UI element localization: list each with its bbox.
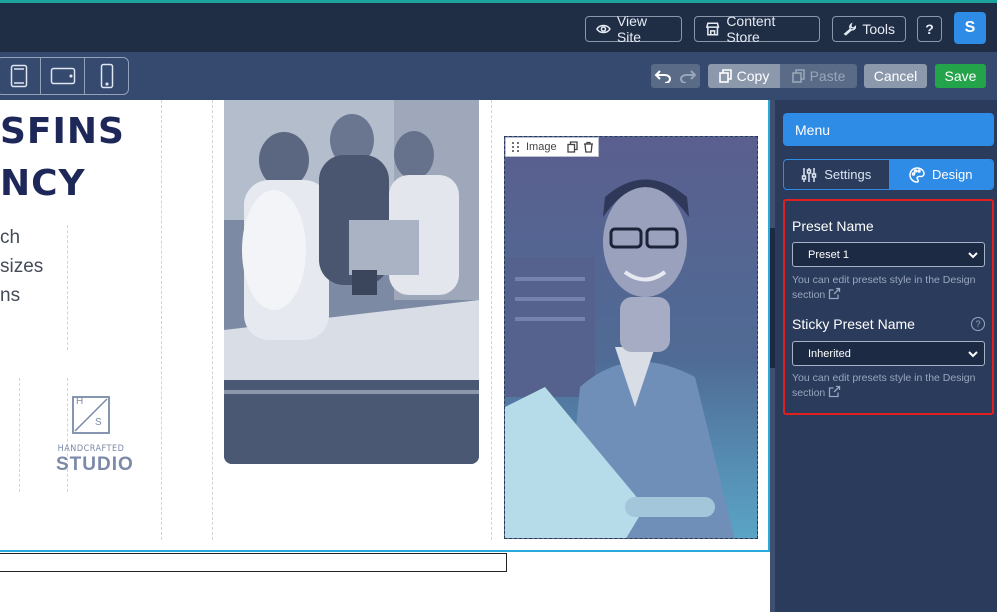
canvas-scrollbar-thumb[interactable] — [770, 228, 775, 368]
sticky-preset-name-value: Inherited — [808, 347, 851, 360]
section-selection-frame — [0, 100, 770, 552]
panel-tabs: Settings Design — [783, 159, 994, 190]
sticky-preset-hint: You can edit presets style in the Design… — [792, 371, 987, 400]
menu-element-header[interactable]: Menu — [783, 113, 994, 146]
paste-label: Paste — [809, 68, 846, 84]
empty-section-placeholder[interactable] — [0, 553, 507, 572]
preset-name-select[interactable]: Preset 1 — [792, 242, 985, 267]
redo-button[interactable] — [676, 64, 701, 88]
undo-icon — [654, 70, 672, 83]
device-switcher — [0, 57, 129, 95]
external-link-icon[interactable] — [828, 287, 841, 300]
help-button[interactable]: ? — [917, 16, 942, 42]
tablet-landscape-icon — [50, 67, 75, 85]
sticky-preset-hint-text: You can edit presets style in the Design… — [792, 372, 976, 399]
mobile-button[interactable] — [84, 58, 128, 94]
tablet-landscape-button[interactable] — [40, 58, 84, 94]
tab-design-label: Design — [932, 167, 973, 182]
tablet-portrait-button[interactable] — [0, 58, 40, 94]
tab-design[interactable]: Design — [888, 160, 993, 189]
tools-label: Tools — [862, 21, 895, 37]
store-icon — [705, 22, 720, 36]
redo-icon — [679, 70, 697, 83]
preset-hint: You can edit presets style in the Design… — [792, 273, 987, 302]
help-circle-icon[interactable]: ? — [971, 317, 985, 331]
view-site-button[interactable]: View Site — [585, 13, 682, 45]
top-bar: View Site Content Store Tools ? — [0, 0, 997, 52]
history-controls — [651, 64, 700, 88]
preset-name-value: Preset 1 — [808, 248, 849, 261]
undo-button[interactable] — [651, 64, 676, 88]
paste-button[interactable]: Paste — [780, 64, 857, 88]
save-button[interactable]: Save — [935, 64, 986, 88]
wrench-icon — [843, 22, 857, 36]
sticky-preset-name-select[interactable]: Inherited — [792, 341, 985, 366]
sliders-icon — [802, 167, 817, 182]
clipboard-controls: Copy Paste — [708, 64, 857, 88]
content-store-label: Content Store — [726, 13, 776, 45]
paste-icon — [791, 69, 805, 83]
eye-icon — [596, 24, 611, 34]
content-store-button[interactable]: Content Store — [694, 13, 820, 45]
copy-button[interactable]: Copy — [708, 64, 780, 88]
view-site-label: View Site — [616, 13, 647, 45]
chevron-down-icon — [968, 351, 978, 358]
tools-button[interactable]: Tools — [832, 16, 906, 42]
user-avatar[interactable]: S — [954, 12, 986, 44]
preset-name-label: Preset Name — [792, 218, 874, 234]
preset-hint-text: You can edit presets style in the Design… — [792, 274, 976, 301]
palette-icon — [909, 166, 925, 183]
copy-icon — [718, 69, 732, 83]
phone-icon — [100, 63, 113, 89]
tablet-icon — [10, 64, 27, 88]
tab-settings[interactable]: Settings — [784, 160, 889, 189]
sticky-preset-name-label: Sticky Preset Name — [792, 316, 915, 332]
copy-label: Copy — [736, 68, 770, 84]
tab-settings-label: Settings — [824, 167, 872, 182]
external-link-icon[interactable] — [828, 385, 841, 398]
cancel-button[interactable]: Cancel — [864, 64, 927, 88]
chevron-down-icon — [968, 252, 978, 259]
